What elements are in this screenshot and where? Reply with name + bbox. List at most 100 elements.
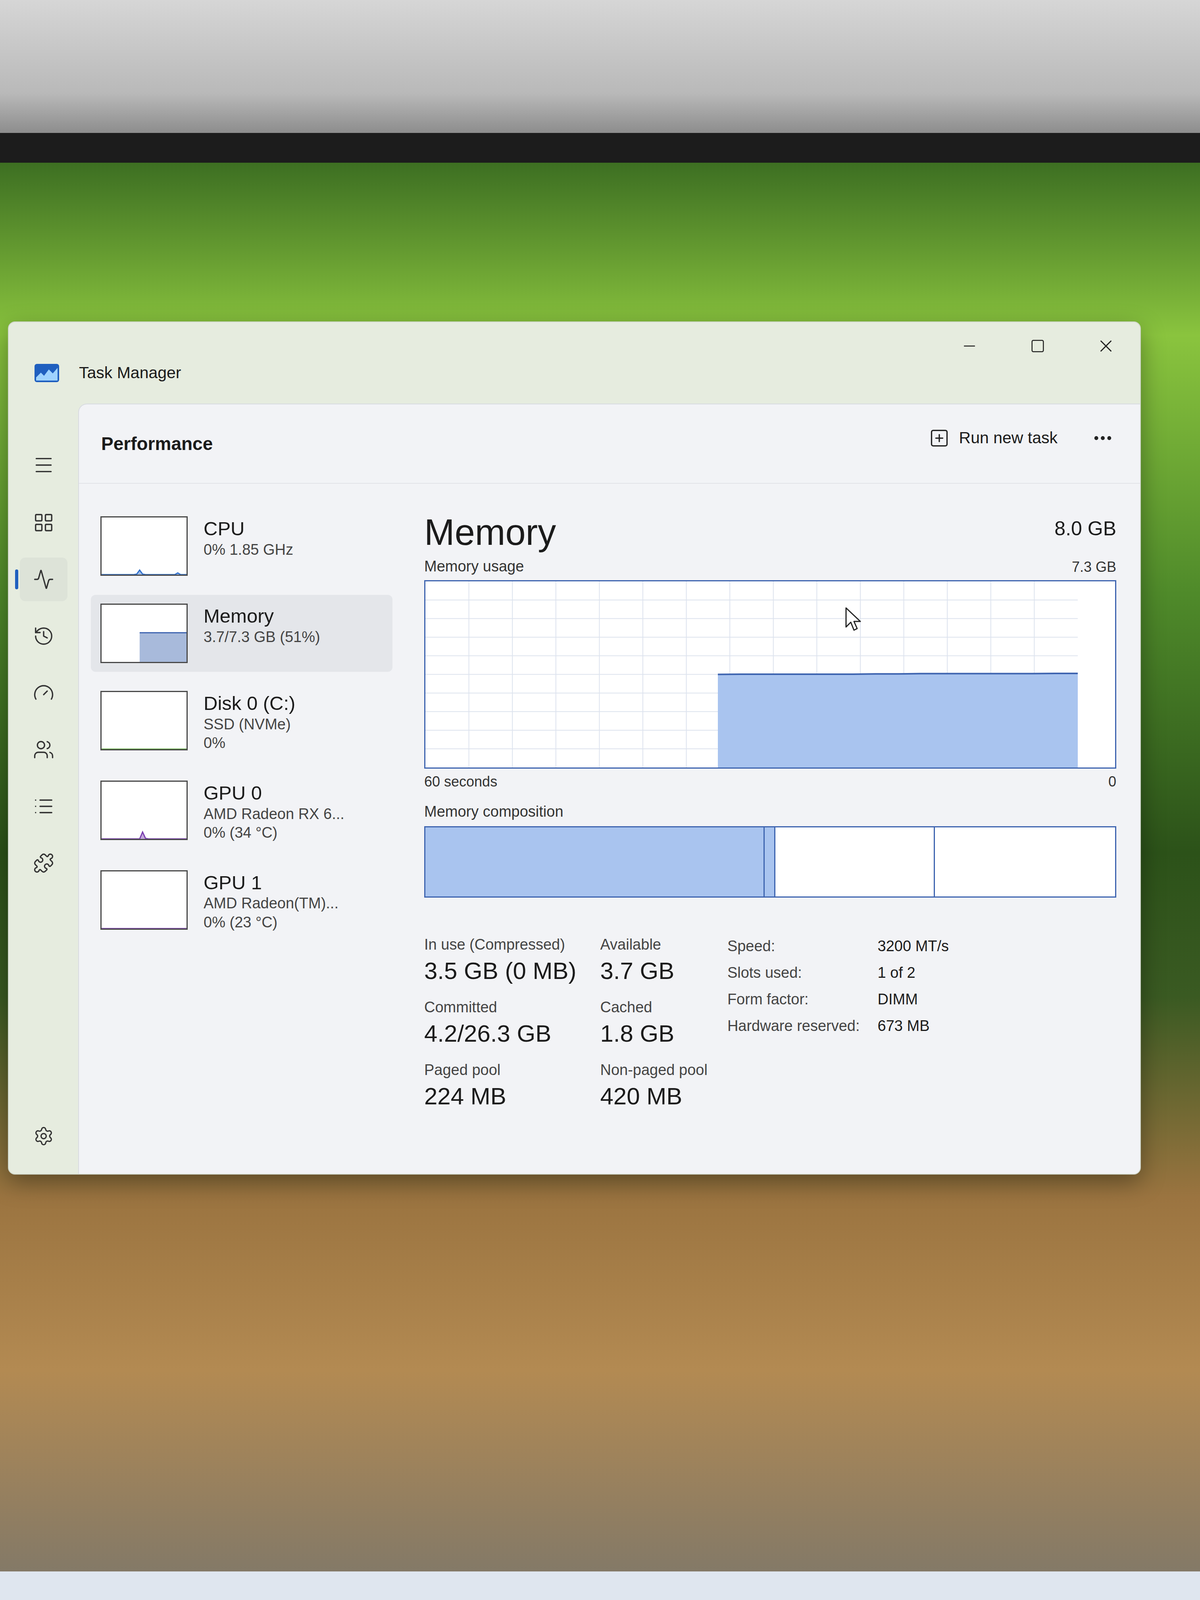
resource-name: GPU 0 — [203, 781, 345, 805]
monitor-frame — [0, 132, 1200, 163]
nav-item[interactable] — [19, 500, 68, 545]
startup-icon — [32, 682, 55, 704]
stat-label: Paged pool — [424, 1058, 577, 1082]
taskbar — [0, 1571, 1200, 1600]
nav-item[interactable] — [19, 841, 68, 885]
composition-segment — [763, 827, 775, 897]
nav-item[interactable] — [19, 727, 68, 772]
spec-value: 673 MB — [877, 1014, 950, 1038]
memory-usage-graph — [424, 580, 1117, 769]
composition-segment — [933, 827, 1116, 897]
time-span-label: 60 seconds — [424, 771, 498, 793]
resource-detail: 0% 1.85 GHz — [203, 540, 294, 560]
memory-usage-chart — [425, 581, 1078, 768]
more-button[interactable] — [1085, 421, 1121, 455]
resource-item[interactable]: Memory3.7/7.3 GB (51%) — [90, 594, 393, 672]
resource-item[interactable]: GPU 1AMD Radeon(TM)...0% (23 °C) — [90, 861, 393, 941]
stat-item: Paged pool224 MB — [424, 1058, 577, 1112]
close-icon — [1096, 336, 1116, 356]
run-new-task-label: Run new task — [959, 425, 1058, 451]
menu-button[interactable] — [19, 443, 68, 487]
screen-photo: Task ManagerPerformanceRun new taskCPU0%… — [0, 0, 1200, 1600]
resource-item[interactable]: Disk 0 (C:)SSD (NVMe)0% — [90, 682, 393, 762]
resource-detail: 3.7/7.3 GB (51%) — [203, 627, 321, 647]
services-icon — [32, 852, 55, 874]
details-icon — [32, 795, 55, 818]
resource-detail: 0% — [203, 733, 296, 753]
gear-icon — [33, 1125, 54, 1147]
composition-segment — [425, 827, 764, 897]
desktop-wallpaper: Task ManagerPerformanceRun new taskCPU0%… — [0, 162, 1200, 1600]
resource-detail: AMD Radeon RX 6... — [203, 804, 345, 824]
selection-indicator — [15, 569, 19, 590]
minimize-button[interactable] — [935, 322, 1004, 370]
usage-max: 7.3 GB — [1071, 556, 1117, 578]
monitor-bezel — [0, 0, 1200, 133]
stat-value: 3.7 GB — [600, 955, 708, 986]
resource-thumbnail — [100, 603, 188, 664]
resource-detail: 0% (23 °C) — [203, 913, 339, 933]
stat-item: Committed4.2/26.3 GB — [424, 996, 577, 1049]
spec-label: Form factor: — [727, 988, 860, 1011]
memory-composition-bar — [424, 826, 1117, 898]
resource-detail: AMD Radeon(TM)... — [203, 894, 339, 914]
nav-item[interactable] — [19, 784, 68, 829]
mouse-pointer-icon — [845, 607, 863, 633]
title-bar[interactable]: Task Manager — [8, 322, 1141, 404]
stat-value: 4.2/26.3 GB — [424, 1018, 577, 1049]
page-title: Performance — [101, 430, 213, 458]
resource-thumbnail — [100, 780, 188, 841]
resource-name: CPU — [203, 517, 294, 541]
maximize-icon — [1030, 338, 1046, 354]
maximize-button[interactable] — [1003, 322, 1072, 370]
resource-name: GPU 1 — [203, 871, 339, 895]
nav-rail — [8, 403, 79, 1174]
spec-value: 3200 MT/s — [877, 934, 950, 958]
spec-label: Speed: — [727, 934, 860, 958]
resource-thumbnail — [100, 516, 188, 576]
close-button[interactable] — [1071, 322, 1141, 370]
resource-detail: SSD (NVMe) — [203, 715, 296, 735]
memory-detail: Memory 8.0 GB Memory usage 7.3 GB 60 seconds… — [424, 507, 1117, 1174]
resource-detail: 0% (34 °C) — [203, 823, 345, 843]
stat-label: Cached — [600, 996, 708, 1019]
minimize-icon — [960, 337, 979, 355]
stat-label: Committed — [424, 996, 577, 1019]
resource-thumbnail — [100, 870, 188, 930]
usage-label: Memory usage — [424, 555, 524, 578]
nav-item[interactable] — [19, 557, 68, 602]
nav-item[interactable] — [19, 614, 68, 658]
resource-item[interactable]: GPU 0AMD Radeon RX 6...0% (34 °C) — [90, 771, 393, 852]
composition-label: Memory composition — [424, 800, 1117, 824]
spec-label: Hardware reserved: — [727, 1014, 860, 1038]
stat-label: Non-paged pool — [600, 1058, 708, 1082]
nav-item[interactable] — [19, 671, 68, 715]
resource-item[interactable]: CPU0% 1.85 GHz — [90, 507, 393, 585]
more-icon — [1091, 426, 1114, 450]
page-header: Performance Run new task — [78, 404, 1141, 484]
hamburger-icon — [32, 453, 55, 477]
settings-button[interactable] — [19, 1114, 68, 1158]
detail-title: Memory — [424, 511, 556, 554]
performance-icon — [32, 568, 55, 591]
task-manager-icon — [34, 363, 60, 383]
run-new-task-button[interactable]: Run new task — [921, 420, 1066, 456]
stat-label: In use (Compressed) — [424, 933, 577, 956]
stat-value: 3.5 GB (0 MB) — [424, 955, 577, 986]
memory-stats: In use (Compressed)3.5 GB (0 MB)Availabl… — [424, 933, 708, 1112]
resource-thumbnail — [100, 690, 188, 751]
spec-value: 1 of 2 — [877, 961, 950, 985]
users-icon — [32, 738, 55, 761]
resource-graph — [101, 604, 187, 662]
app-history-icon — [32, 625, 55, 647]
resource-graph — [101, 781, 187, 839]
run-task-icon — [928, 427, 950, 449]
processes-icon — [32, 511, 55, 534]
task-manager-window[interactable]: Task ManagerPerformanceRun new taskCPU0%… — [7, 321, 1141, 1175]
composition-segment — [774, 827, 934, 897]
spec-label: Slots used: — [727, 961, 860, 985]
resource-graph — [101, 692, 187, 750]
memory-total: 8.0 GB — [1054, 511, 1117, 544]
stat-value: 420 MB — [600, 1081, 708, 1112]
stat-item: Non-paged pool420 MB — [600, 1058, 708, 1112]
